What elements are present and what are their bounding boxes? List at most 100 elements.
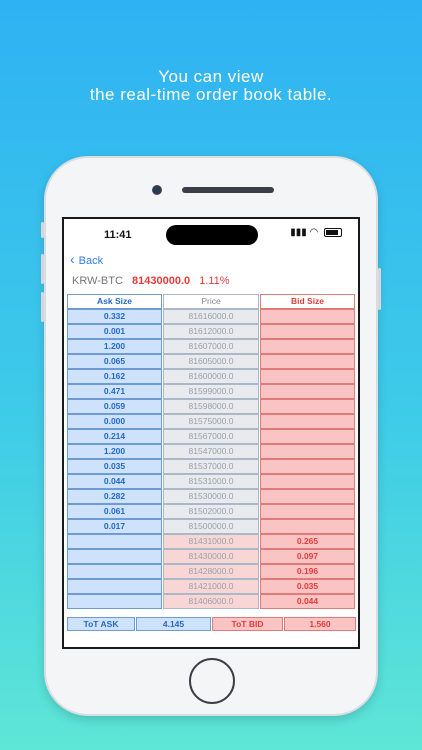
ask-row[interactable]: 0.001 81612000.0	[67, 324, 357, 339]
ask-size-cell: 0.000	[67, 414, 162, 429]
bid-size-cell	[260, 339, 355, 354]
price-cell: 81500000.0	[163, 519, 259, 534]
ask-size-cell: 0.065	[67, 354, 162, 369]
mute-switch	[41, 222, 44, 238]
ask-row[interactable]: 0.162 81600000.0	[67, 369, 357, 384]
battery-icon	[324, 227, 342, 237]
power-button	[378, 268, 381, 310]
front-camera	[152, 185, 162, 195]
price-cell: 81612000.0	[163, 324, 259, 339]
price-cell: 81421000.0	[163, 579, 259, 594]
header-bid-size: Bid Size	[260, 294, 355, 309]
dynamic-island	[166, 225, 258, 245]
bid-row[interactable]: 81406000.0 0.044	[67, 594, 357, 609]
ticker-price: 81430000.0	[132, 275, 191, 287]
price-cell: 81616000.0	[163, 309, 259, 324]
ask-row[interactable]: 0.061 81502000.0	[67, 504, 357, 519]
bid-size-cell	[260, 414, 355, 429]
ask-size-cell	[67, 534, 162, 549]
ticker-header: KRW-BTC 81430000.0 1.11%	[72, 275, 230, 287]
ticker-symbol: KRW-BTC	[72, 275, 123, 287]
price-cell: 81599000.0	[163, 384, 259, 399]
price-cell: 81406000.0	[163, 594, 259, 609]
ticker-change: 1.11%	[199, 275, 230, 287]
ask-row[interactable]: 1.200 81547000.0	[67, 444, 357, 459]
status-time: 11:41	[104, 229, 132, 241]
table-header-row: Ask Size Price Bid Size	[67, 294, 357, 309]
totals-bar: ToT ASK 4.145 ToT BID 1.560	[67, 617, 357, 631]
bid-size-cell: 0.097	[260, 549, 355, 564]
order-book-table[interactable]: Ask Size Price Bid Size 0.332 81616000.0 0…	[67, 294, 357, 609]
price-cell: 81607000.0	[163, 339, 259, 354]
bid-size-cell: 0.265	[260, 534, 355, 549]
ask-row[interactable]: 0.044 81531000.0	[67, 474, 357, 489]
ask-size-cell: 0.044	[67, 474, 162, 489]
total-ask-label: ToT ASK	[67, 617, 135, 631]
signal-icon: ▮▮▮	[290, 227, 307, 238]
ask-row[interactable]: 0.000 81575000.0	[67, 414, 357, 429]
price-cell: 81547000.0	[163, 444, 259, 459]
ask-size-cell: 1.200	[67, 444, 162, 459]
bid-size-cell	[260, 369, 355, 384]
bid-size-cell	[260, 519, 355, 534]
bid-row[interactable]: 81428000.0 0.196	[67, 564, 357, 579]
bid-size-cell	[260, 504, 355, 519]
price-cell: 81531000.0	[163, 474, 259, 489]
promo-headline: You can view the real-time order book ta…	[0, 68, 422, 104]
headline-line-2: the real-time order book table.	[89, 85, 333, 104]
price-cell: 81567000.0	[163, 429, 259, 444]
bid-size-cell	[260, 354, 355, 369]
ask-size-cell	[67, 579, 162, 594]
ask-size-cell: 0.061	[67, 504, 162, 519]
earpiece-speaker	[182, 187, 274, 193]
ask-size-cell: 0.214	[67, 429, 162, 444]
ask-size-cell: 0.017	[67, 519, 162, 534]
total-bid-label: ToT BID	[212, 617, 283, 631]
back-button[interactable]: ‹ Back	[70, 251, 103, 267]
price-cell: 81598000.0	[163, 399, 259, 414]
ask-row[interactable]: 0.282 81530000.0	[67, 489, 357, 504]
ask-size-cell	[67, 594, 162, 609]
ask-size-cell: 0.059	[67, 399, 162, 414]
volume-up-button	[41, 254, 44, 284]
ask-size-cell: 1.200	[67, 339, 162, 354]
price-cell: 81605000.0	[163, 354, 259, 369]
ask-size-cell: 0.471	[67, 384, 162, 399]
ask-row[interactable]: 0.035 81537000.0	[67, 459, 357, 474]
price-cell: 81537000.0	[163, 459, 259, 474]
bid-size-cell	[260, 384, 355, 399]
bid-row[interactable]: 81421000.0 0.035	[67, 579, 357, 594]
bid-size-cell	[260, 324, 355, 339]
ask-size-cell: 0.001	[67, 324, 162, 339]
bid-size-cell: 0.196	[260, 564, 355, 579]
home-button[interactable]	[189, 658, 235, 704]
volume-down-button	[41, 292, 44, 322]
wifi-icon: ◠	[309, 227, 319, 238]
ask-row[interactable]: 0.332 81616000.0	[67, 309, 357, 324]
ask-row[interactable]: 1.200 81607000.0	[67, 339, 357, 354]
bid-row[interactable]: 81431000.0 0.265	[67, 534, 357, 549]
bid-row[interactable]: 81430000.0 0.097	[67, 549, 357, 564]
total-bid-value: 1.560	[284, 617, 356, 631]
bid-size-cell	[260, 444, 355, 459]
bid-size-cell: 0.035	[260, 579, 355, 594]
ask-row[interactable]: 0.017 81500000.0	[67, 519, 357, 534]
ask-size-cell: 0.035	[67, 459, 162, 474]
chevron-left-icon: ‹	[70, 251, 75, 267]
price-cell: 81530000.0	[163, 489, 259, 504]
app-screen: 11:41 ▮▮▮ ◠ ‹ Back KRW-BTC 81430000.0 1.1…	[62, 217, 360, 649]
ask-row[interactable]: 0.065 81605000.0	[67, 354, 357, 369]
back-label: Back	[78, 255, 104, 267]
header-ask-size: Ask Size	[67, 294, 162, 309]
ask-size-cell: 0.282	[67, 489, 162, 504]
ask-row[interactable]: 0.059 81598000.0	[67, 399, 357, 414]
price-cell: 81575000.0	[163, 414, 259, 429]
ask-size-cell: 0.332	[67, 309, 162, 324]
ask-row[interactable]: 0.471 81599000.0	[67, 384, 357, 399]
price-cell: 81600000.0	[163, 369, 259, 384]
bid-size-cell	[260, 459, 355, 474]
price-cell: 81502000.0	[163, 504, 259, 519]
bid-size-cell: 0.044	[260, 594, 355, 609]
ask-row[interactable]: 0.214 81567000.0	[67, 429, 357, 444]
header-price: Price	[163, 294, 259, 309]
